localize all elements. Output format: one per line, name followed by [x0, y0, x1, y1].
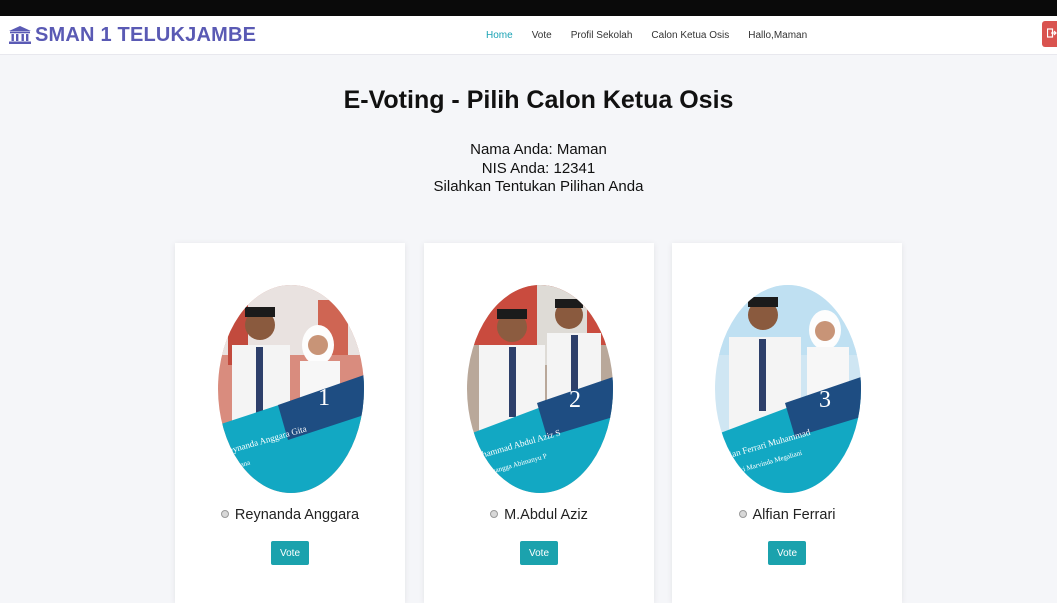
candidate-photo: 2 Muhammad Abdul Aziz S Awangga Abimanyu… — [467, 285, 613, 493]
bullet-icon — [738, 510, 747, 519]
brand-name: SMAN 1 TELUKJAMBE — [35, 23, 257, 46]
candidate-number: 3 — [819, 387, 831, 413]
vote-button[interactable]: Vote — [520, 541, 558, 565]
candidate-name: M.Abdul Aziz — [424, 507, 654, 523]
nav-user-greeting[interactable]: Hallo,Maman — [748, 30, 807, 41]
voter-name: Nama Anda: Maman — [470, 141, 607, 158]
nav-calon-ketua-osis[interactable]: Calon Ketua Osis — [651, 30, 729, 41]
sign-out-icon — [1046, 25, 1057, 43]
candidate-name: Reynanda Anggara — [175, 507, 405, 523]
candidate-name: Alfian Ferrari — [672, 507, 902, 523]
top-black-bar — [0, 0, 1057, 16]
page-title: E-Voting - Pilih Calon Ketua Osis — [343, 86, 734, 114]
bank-icon — [8, 25, 32, 45]
voter-nis: NIS Anda: 12341 — [481, 159, 596, 177]
bullet-icon — [220, 510, 229, 519]
logout-button[interactable] — [1042, 21, 1057, 47]
nav-home[interactable]: Home — [486, 30, 513, 41]
candidate-name-text: Alfian Ferrari — [752, 507, 836, 523]
voter-info: Nama Anda: Maman NIS Anda: 12341 Silahka… — [0, 141, 1057, 197]
navbar: SMAN 1 TELUKJAMBE Home Vote Profil Sekol… — [0, 16, 1057, 55]
vote-button[interactable]: Vote — [271, 541, 309, 565]
voting-instruction: Silahkan Tentukan Pilihan Anda — [433, 178, 644, 195]
vote-button[interactable]: Vote — [768, 541, 806, 565]
candidate-card: 3 Alfian Ferrari Muhammad Rizki Marvinda… — [672, 243, 902, 603]
candidate-number: 2 — [569, 387, 581, 413]
candidate-photo: 3 Alfian Ferrari Muhammad Rizki Marvinda… — [715, 285, 861, 493]
candidate-photo: 1 Reynanda Anggara Gita afiana — [218, 285, 364, 493]
nav-profil-sekolah[interactable]: Profil Sekolah — [571, 30, 633, 41]
bullet-icon — [490, 510, 499, 519]
candidate-card: 1 Reynanda Anggara Gita afiana Reynanda … — [175, 243, 405, 603]
nav-menu: Home Vote Profil Sekolah Calon Ketua Osi… — [486, 16, 826, 54]
candidate-card: 2 Muhammad Abdul Aziz S Awangga Abimanyu… — [424, 243, 654, 603]
candidate-number: 1 — [318, 385, 330, 411]
candidate-name-text: Reynanda Anggara — [234, 507, 360, 523]
candidate-name-text: M.Abdul Aziz — [504, 507, 588, 523]
nav-vote[interactable]: Vote — [532, 30, 552, 41]
brand-logo[interactable]: SMAN 1 TELUKJAMBE — [8, 21, 256, 49]
